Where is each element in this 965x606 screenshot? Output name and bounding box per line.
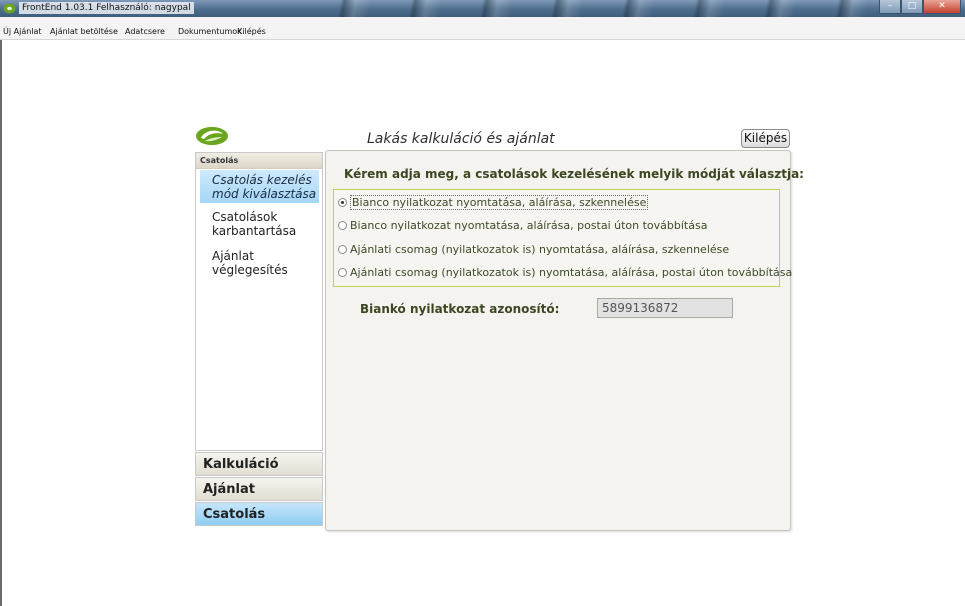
menu-exit[interactable]: Kilépés [237, 27, 266, 37]
maximize-button[interactable]: □ [901, 0, 923, 14]
option-bianco-post[interactable]: Bianco nyilatkozat nyomtatása, aláírása,… [338, 216, 707, 234]
close-button[interactable]: ✕ [923, 0, 961, 14]
sidebar-item-offer-finalize[interactable]: Ajánlat véglegesítés [200, 249, 319, 277]
sidebar-section-title: Csatolás [196, 153, 322, 169]
option-label: Ajánlati csomag (nyilatkozatok is) nyomt… [350, 265, 793, 279]
menu-load-offer[interactable]: Ajánlat betöltése [50, 27, 118, 37]
menu-documents[interactable]: Dokumentumok [178, 27, 242, 37]
title-bar-decoration [300, 0, 880, 17]
option-label: Bianco nyilatkozat nyomtatása, aláírása,… [350, 194, 649, 210]
title-bar: FrontEnd 1.03.1 Felhasználó: nagypal – □… [0, 0, 965, 17]
window-controls: – □ ✕ [879, 0, 961, 15]
menu-bar: Új Ajánlat Ajánlat betöltése Adatcsere D… [0, 17, 965, 40]
option-label: Ajánlati csomag (nyilatkozatok is) nyomt… [350, 242, 730, 256]
page-title: Lakás kalkuláció és ajánlat [367, 131, 555, 147]
sidebar: Csatolás Csatolás kezelés mód kiválasztá… [195, 152, 323, 529]
window-title: FrontEnd 1.03.1 Felhasználó: nagypal [19, 2, 194, 14]
question-text: Kérem adja meg, a csatolások kezelésének… [344, 167, 804, 181]
sidebar-item-attachment-mode[interactable]: Csatolás kezelés mód kiválasztása [200, 170, 319, 203]
option-package-scan[interactable]: Ajánlati csomag (nyilatkozatok is) nyomt… [338, 240, 729, 258]
option-package-post[interactable]: Ajánlati csomag (nyilatkozatok is) nyomt… [338, 263, 792, 281]
menu-data-exchange[interactable]: Adatcsere [125, 27, 165, 37]
group-offer[interactable]: Ajánlat [195, 477, 323, 501]
radio[interactable] [338, 267, 347, 277]
company-logo-icon [196, 127, 228, 145]
radio-selected[interactable] [338, 197, 347, 207]
option-bianco-scan[interactable]: Bianco nyilatkozat nyomtatása, aláírása,… [338, 193, 649, 211]
group-calculation[interactable]: Kalkuláció [195, 452, 323, 476]
minimize-button[interactable]: – [879, 0, 901, 14]
option-label: Bianco nyilatkozat nyomtatása, aláírása,… [350, 218, 708, 232]
exit-button[interactable]: Kilépés [741, 129, 790, 148]
menu-new-offer[interactable]: Új Ajánlat [3, 27, 42, 37]
app-logo-icon [3, 3, 16, 14]
window-left-border [0, 40, 2, 606]
bianco-id-input[interactable] [597, 298, 733, 318]
sidebar-item-attachments-maintenance[interactable]: Csatolások karbantartása [200, 210, 319, 238]
bianco-id-label: Biankó nyilatkozat azonosító: [360, 302, 560, 316]
sidebar-section-panel: Csatolás Csatolás kezelés mód kiválasztá… [195, 152, 323, 451]
radio[interactable] [338, 220, 347, 230]
radio[interactable] [338, 244, 347, 254]
group-attachment[interactable]: Csatolás [195, 502, 323, 526]
